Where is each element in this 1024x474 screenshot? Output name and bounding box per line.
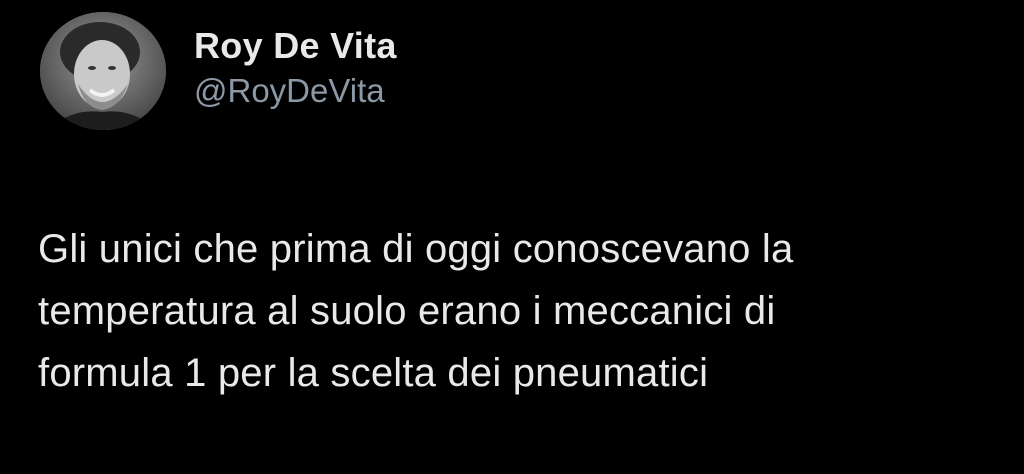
author-names: Roy De Vita @RoyDeVita bbox=[194, 24, 397, 112]
tweet-text-line: formula 1 per la scelta dei pneumatici bbox=[38, 351, 709, 395]
tweet-text-line: Gli unici che prima di oggi conoscevano … bbox=[38, 227, 794, 271]
tweet-text-line: temperatura al suolo erano i meccanici d… bbox=[38, 289, 776, 333]
tweet-card: Roy De Vita @RoyDeVita Gli unici che pri… bbox=[0, 0, 1024, 474]
tweet-header: Roy De Vita @RoyDeVita bbox=[40, 12, 397, 130]
avatar[interactable] bbox=[40, 12, 166, 130]
user-handle[interactable]: @RoyDeVita bbox=[194, 70, 397, 112]
display-name[interactable]: Roy De Vita bbox=[194, 24, 397, 68]
avatar-photo-icon bbox=[40, 12, 166, 130]
tweet-text: Gli unici che prima di oggi conoscevano … bbox=[38, 218, 998, 404]
